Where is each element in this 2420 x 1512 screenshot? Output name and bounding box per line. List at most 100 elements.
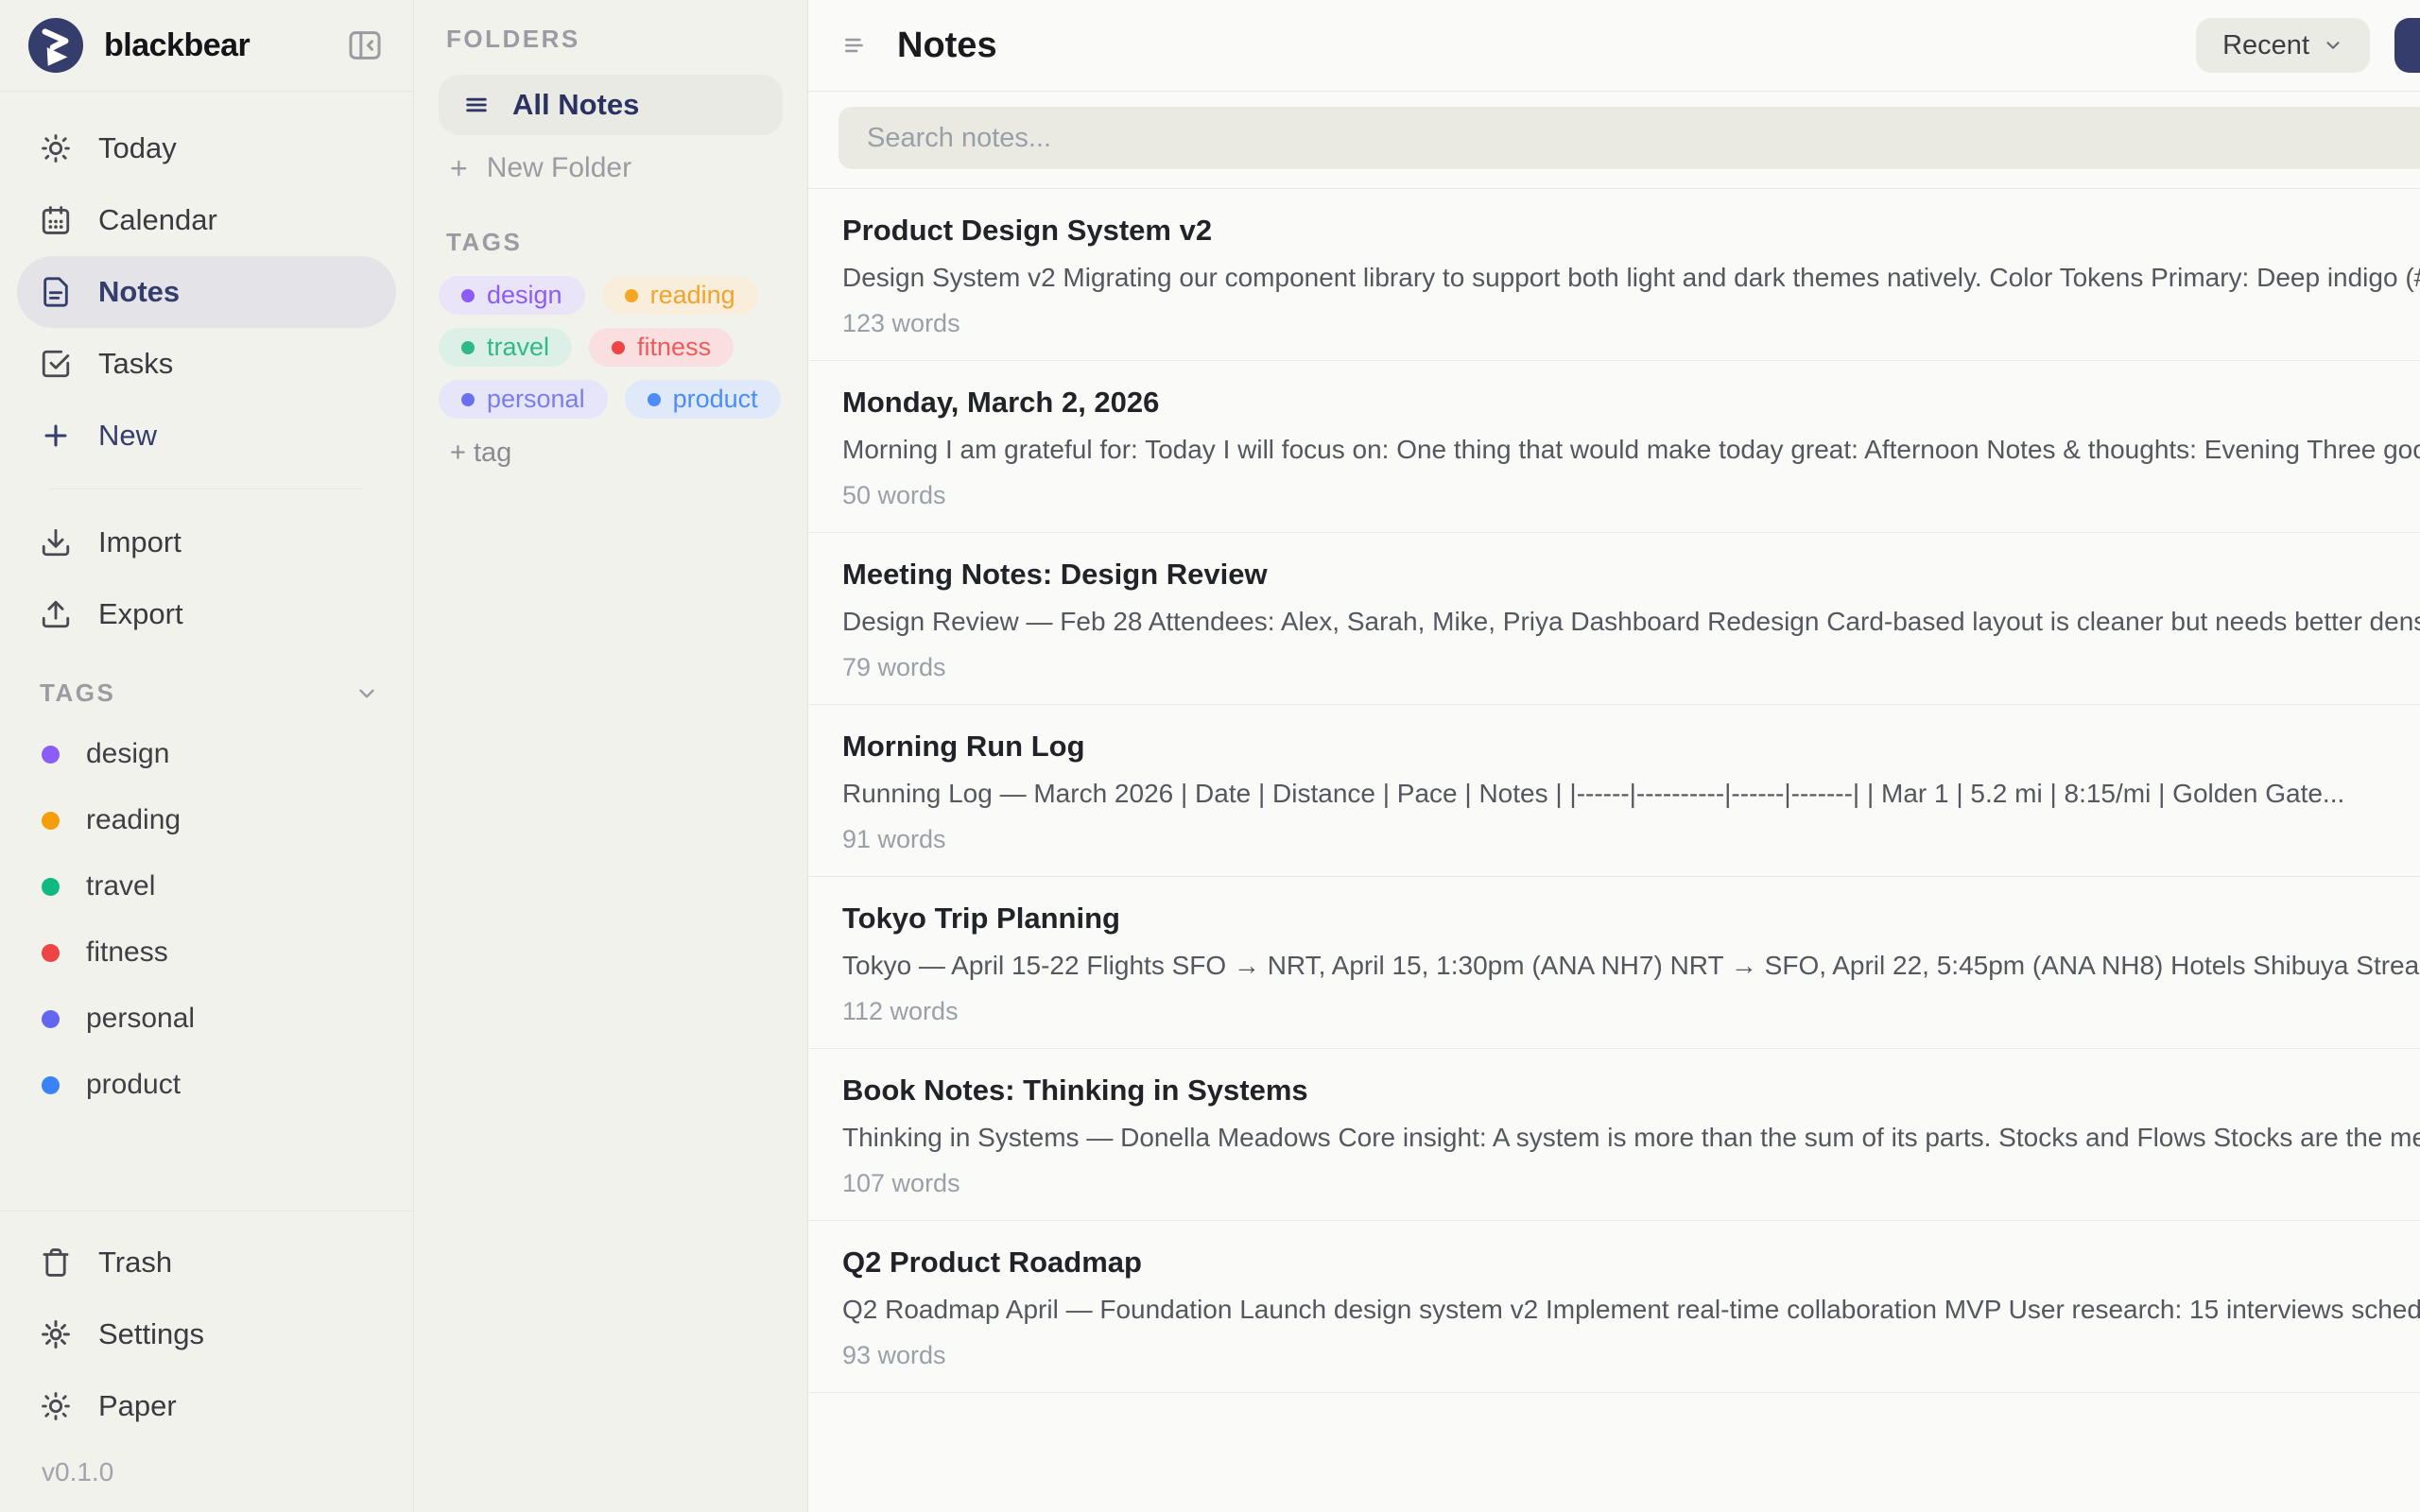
- app-window: blackbear Today Calendar Notes Tasks New…: [0, 0, 2420, 1512]
- note-title: Product Design System v2: [842, 214, 1213, 247]
- note-word-count: 112 words: [842, 997, 959, 1025]
- sort-label: Recent: [2222, 29, 2309, 60]
- sidebar-tag-label: product: [86, 1069, 182, 1100]
- sort-recent-dropdown[interactable]: Recent: [2196, 18, 2370, 73]
- note-word-count: 123 words: [842, 309, 960, 337]
- sidebar-tag-item[interactable]: fitness: [23, 919, 396, 986]
- sidebar-tag-item[interactable]: reading: [23, 787, 396, 853]
- sidebar-nav: Today Calendar Notes Tasks New Import Ex…: [0, 92, 413, 650]
- list-lines-icon: [463, 92, 490, 118]
- main-panel: Notes Recent + New Note Product Design S…: [808, 0, 2420, 1512]
- sidebar-tags-header-label: TAGS: [40, 679, 116, 707]
- sidebar-tag-label: fitness: [86, 936, 168, 968]
- sidebar-item-tasks[interactable]: Tasks: [17, 328, 396, 400]
- tag-color-dot: [42, 1009, 60, 1028]
- logo-row: blackbear: [0, 0, 413, 92]
- note-preview: Morning I am grateful for: Today I will …: [842, 435, 2420, 464]
- note-word-count: 79 words: [842, 653, 946, 681]
- tag-color-dot: [647, 392, 661, 406]
- note-list-item[interactable]: Product Design System v2 2m ago Design S…: [808, 189, 2420, 361]
- tag-pill[interactable]: travel: [439, 328, 573, 367]
- tag-color-dot: [461, 340, 475, 354]
- note-list-item[interactable]: Book Notes: Thinking in Systems 7m ago T…: [808, 1049, 2420, 1221]
- collapse-sidebar-button[interactable]: [345, 26, 385, 65]
- sidebar-tag-item[interactable]: product: [23, 1052, 396, 1118]
- tag-color-dot: [42, 1075, 60, 1094]
- tag-color-dot: [42, 745, 60, 764]
- sidebar-item-trash[interactable]: Trash: [17, 1227, 396, 1298]
- tag-color-dot: [42, 943, 60, 962]
- note-list-item[interactable]: Morning Run Log 7m ago Running Log — Mar…: [808, 705, 2420, 877]
- sidebar-item-import[interactable]: Import: [17, 507, 396, 578]
- tag-pill[interactable]: design: [439, 276, 585, 315]
- tag-pill-label: reading: [649, 281, 735, 309]
- check-square-icon: [40, 348, 72, 380]
- plus-icon: +: [450, 151, 468, 185]
- add-tag-button[interactable]: + tag: [439, 438, 783, 469]
- note-list-item[interactable]: Q2 Product Roadmap 7m ago Q2 Roadmap Apr…: [808, 1221, 2420, 1393]
- sidebar-item-label: Notes: [98, 275, 181, 308]
- tag-pill-label: travel: [487, 333, 550, 361]
- sidebar-item-settings[interactable]: Settings: [17, 1298, 396, 1370]
- folder-item-all-notes[interactable]: All Notes: [439, 75, 783, 135]
- tag-color-dot: [624, 288, 638, 302]
- sidebar-item-export[interactable]: Export: [17, 578, 396, 650]
- sidebar-item-label: Import: [98, 525, 182, 558]
- note-preview: Running Log — March 2026 | Date | Distan…: [842, 779, 2345, 808]
- sidebar-item-label: Paper: [98, 1389, 177, 1422]
- sidebar-item-notes[interactable]: Notes: [17, 256, 396, 328]
- note-title: Morning Run Log: [842, 730, 1085, 763]
- gear-icon: [40, 1318, 72, 1350]
- tag-color-dot: [42, 877, 60, 896]
- sidebar: blackbear Today Calendar Notes Tasks New…: [0, 0, 414, 1512]
- sidebar-item-label: Tasks: [98, 347, 174, 380]
- tag-pill[interactable]: product: [624, 380, 781, 419]
- tag-pill-label: fitness: [637, 333, 712, 361]
- note-preview: Design Review — Feb 28 Attendees: Alex, …: [842, 607, 2420, 636]
- tag-pill[interactable]: personal: [439, 380, 608, 419]
- note-list-item[interactable]: Monday, March 2, 2026 6m ago Morning I a…: [808, 361, 2420, 533]
- note-title: Meeting Notes: Design Review: [842, 558, 1268, 591]
- sidebar-tag-label: reading: [86, 804, 182, 835]
- sidebar-tag-label: design: [86, 738, 170, 769]
- sidebar-item-calendar[interactable]: Calendar: [17, 184, 396, 256]
- new-note-button[interactable]: + New Note: [2394, 18, 2420, 73]
- sidebar-tag-item[interactable]: personal: [23, 986, 396, 1052]
- sidebar-tag-label: travel: [86, 870, 156, 902]
- tag-pill[interactable]: reading: [601, 276, 758, 315]
- folders-panel: FOLDERS All Notes + New Folder TAGS desi…: [414, 0, 808, 1512]
- search-input[interactable]: [838, 107, 2420, 169]
- note-preview: Q2 Roadmap April — Foundation Launch des…: [842, 1295, 2420, 1324]
- sidebar-tag-item[interactable]: travel: [23, 853, 396, 919]
- sidebar-tags-header[interactable]: TAGS: [0, 679, 413, 708]
- tag-color-dot: [612, 340, 626, 354]
- note-word-count: 107 words: [842, 1169, 960, 1197]
- sidebar-tag-label: personal: [86, 1003, 196, 1034]
- list-view-lines-icon[interactable]: [840, 33, 869, 58]
- note-word-count: 91 words: [842, 825, 946, 853]
- note-title: Q2 Product Roadmap: [842, 1246, 1142, 1279]
- plus-icon: [40, 420, 72, 452]
- sidebar-tag-item[interactable]: design: [23, 721, 396, 787]
- tag-pill-list: design reading travel fitness personal p…: [439, 276, 783, 419]
- sidebar-item-label: Settings: [98, 1317, 205, 1350]
- sidebar-item-label: Calendar: [98, 203, 217, 236]
- tag-pill-label: product: [672, 385, 758, 413]
- note-file-icon: [40, 276, 72, 308]
- sidebar-item-today[interactable]: Today: [17, 112, 396, 184]
- main-header: Notes Recent + New Note: [808, 0, 2420, 92]
- tag-pill-label: design: [487, 281, 562, 309]
- sidebar-item-new[interactable]: New: [17, 400, 396, 472]
- note-list-item[interactable]: Meeting Notes: Design Review 7m ago Desi…: [808, 533, 2420, 705]
- calendar-icon: [40, 204, 72, 236]
- export-upload-icon: [40, 598, 72, 630]
- sidebar-item-paper[interactable]: Paper: [17, 1370, 396, 1442]
- note-title: Book Notes: Thinking in Systems: [842, 1074, 1308, 1107]
- new-folder-button[interactable]: + New Folder: [439, 152, 783, 184]
- note-list-item[interactable]: Tokyo Trip Planning 7m ago Tokyo — April…: [808, 877, 2420, 1049]
- sidebar-item-label: Trash: [98, 1246, 173, 1279]
- chevron-down-icon: [2323, 35, 2343, 56]
- folders-tags-header: TAGS: [446, 228, 523, 256]
- tag-pill[interactable]: fitness: [589, 328, 735, 367]
- note-word-count: 50 words: [842, 481, 946, 509]
